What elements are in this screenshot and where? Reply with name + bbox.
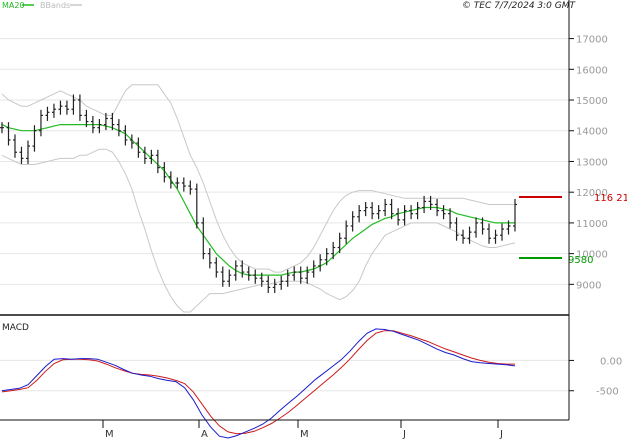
price-axis: 9000100001100012000130001400015000160001…	[576, 35, 608, 292]
month-label: M	[105, 429, 114, 440]
month-axis: MAMJJ	[102, 420, 503, 440]
macd-lines	[1, 328, 516, 439]
stock-chart: 9000100001100012000130001400015000160001…	[0, 0, 627, 440]
copyright-text: © TEC 7/7/2024 3:0 GMT	[462, 1, 577, 11]
price-tick-label: 13000	[576, 157, 608, 168]
bbands-legend: BBands	[40, 1, 70, 10]
month-label: J	[499, 429, 503, 440]
macd-title: MACD	[2, 323, 29, 333]
signal-line	[1, 330, 515, 435]
price-tick-label: 15000	[576, 96, 608, 107]
month-label: M	[300, 429, 309, 440]
month-label: J	[402, 429, 406, 440]
macd-tick-label: -500	[596, 387, 619, 398]
price-tick-label: 17000	[576, 35, 608, 46]
price-tick-label: 14000	[576, 127, 608, 138]
macd-axis: 0.00 -500	[596, 356, 622, 397]
resistance-label: 116 21	[594, 193, 627, 204]
macd-tick-label: 0.00	[600, 356, 622, 367]
ma20-legend: MA20	[2, 1, 25, 10]
price-tick-label: 16000	[576, 65, 608, 76]
support-label: 9580	[568, 255, 593, 266]
price-panel	[0, 0, 569, 314]
macd-line	[1, 328, 516, 439]
macd-gridlines	[0, 359, 574, 392]
price-tick-label: 11000	[576, 219, 608, 230]
month-label: A	[201, 429, 208, 440]
price-tick-label: 9000	[576, 280, 601, 291]
